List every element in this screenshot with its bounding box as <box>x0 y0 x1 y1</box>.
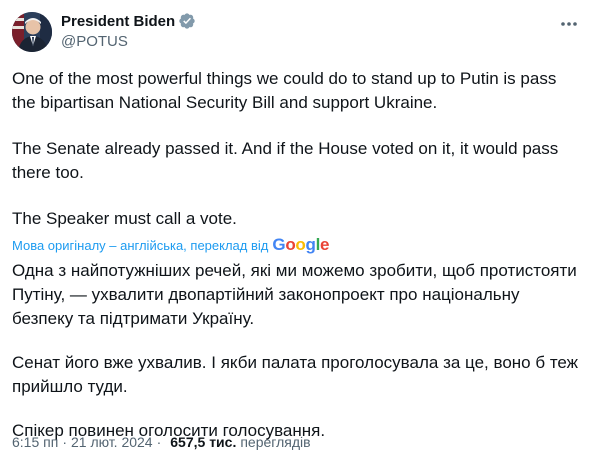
translation-notice[interactable]: Мова оригіналу – англійська, переклад ві… <box>12 234 329 256</box>
tweet-meta: 6:15 пп · 21 лют. 2024 · 657,5 тис. пере… <box>12 434 311 450</box>
tweet-date[interactable]: 21 лют. 2024 <box>71 434 153 450</box>
views-count: 657,5 тис. <box>170 434 237 450</box>
meta-separator: · <box>156 434 162 450</box>
translation-notice-text: Мова оригіналу – англійська, переклад ві… <box>12 237 269 253</box>
more-horizontal-icon[interactable] <box>559 14 579 34</box>
tweet-text: One of the most powerful things we could… <box>12 67 581 253</box>
verified-badge-icon <box>178 12 196 30</box>
tweet-paragraph: One of the most powerful things we could… <box>12 69 557 112</box>
translated-text: Одна з найпотужніших речей, які ми можем… <box>12 259 581 463</box>
author-handle[interactable]: @POTUS <box>61 33 128 50</box>
translated-paragraph: Одна з найпотужніших речей, які ми можем… <box>12 261 577 328</box>
google-logo: Google <box>272 235 330 254</box>
avatar[interactable] <box>12 12 52 52</box>
meta-separator: · <box>62 434 67 450</box>
tweet-time[interactable]: 6:15 пп <box>12 434 58 450</box>
tweet-header: President Biden @POTUS <box>12 8 579 56</box>
views-label: переглядів <box>240 434 311 450</box>
translated-paragraph: Сенат його вже ухвалив. І якби палата пр… <box>12 353 579 396</box>
avatar-image <box>12 12 52 52</box>
tweet-paragraph: The Senate already passed it. And if the… <box>12 139 559 182</box>
author-name-row: President Biden <box>61 12 196 30</box>
tweet-paragraph: The Speaker must call a vote. <box>12 209 237 228</box>
author-name[interactable]: President Biden <box>61 13 175 30</box>
